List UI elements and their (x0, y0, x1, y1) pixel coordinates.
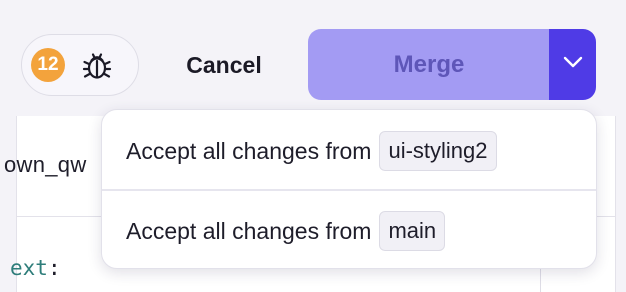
menu-item-label: Accept all changes from (126, 137, 372, 164)
merge-options-menu: Accept all changes from ui-styling2 Acce… (101, 109, 597, 269)
menu-item-accept-ui-styling2[interactable]: Accept all changes from ui-styling2 (102, 112, 596, 190)
cancel-button[interactable]: Cancel (166, 42, 282, 88)
bug-icon (79, 47, 115, 83)
code-punctuation: : (47, 256, 61, 280)
branch-chip: main (379, 211, 446, 251)
issues-indicator[interactable]: 12 (21, 34, 139, 96)
chevron-down-icon (562, 55, 584, 74)
issue-count-badge: 12 (31, 48, 65, 82)
merge-button[interactable]: Merge (308, 29, 550, 100)
file-name[interactable]: own_qw (4, 152, 87, 178)
code-token: ext (10, 256, 48, 280)
menu-item-label: Accept all changes from (126, 217, 372, 244)
merge-options-button[interactable] (549, 29, 596, 100)
branch-chip: ui-styling2 (379, 131, 497, 171)
menu-item-accept-main[interactable]: Accept all changes from main (102, 192, 596, 268)
code-line[interactable]: ext: (10, 256, 61, 280)
menu-divider (102, 189, 596, 191)
